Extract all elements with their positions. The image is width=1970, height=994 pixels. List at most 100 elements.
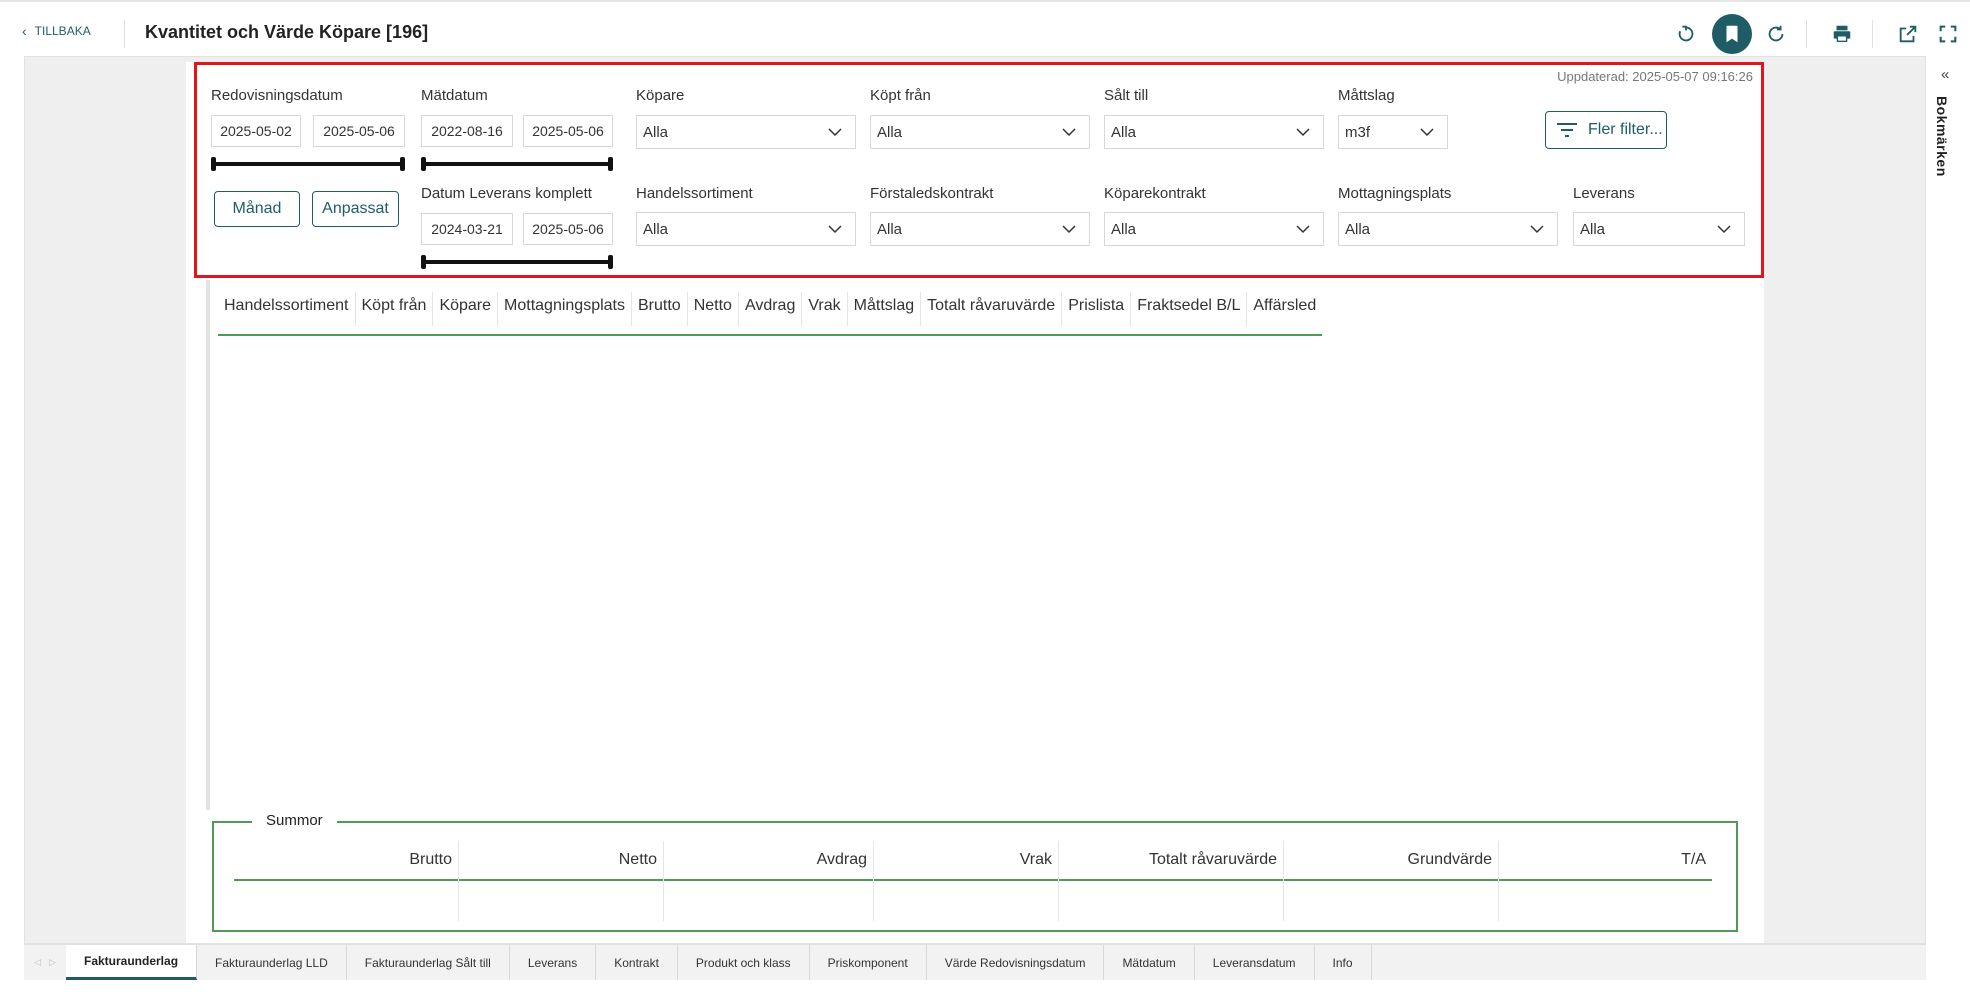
chevron-left-icon: ‹ — [22, 23, 27, 39]
back-button[interactable]: ‹ TILLBAKA — [22, 24, 91, 38]
column-header[interactable]: Köpt från — [356, 292, 434, 326]
leverans-komplett-from-input[interactable]: 2024-03-21 — [421, 213, 513, 245]
salt-till-value: Alla — [1111, 123, 1137, 141]
print-icon — [1833, 25, 1851, 43]
chevron-down-icon — [1530, 225, 1544, 234]
open-external-button[interactable] — [1892, 18, 1924, 50]
column-header[interactable]: Mottagningsplats — [498, 292, 632, 326]
reset-icon — [1678, 25, 1694, 42]
reset-button[interactable] — [1670, 18, 1702, 50]
table-header: Handelssortiment Köpt från Köpare Mottag… — [218, 292, 1323, 336]
summor-title: Summor — [252, 812, 337, 829]
column-header[interactable]: Måttslag — [848, 292, 922, 326]
column-header[interactable]: Vrak — [802, 292, 848, 326]
leverans-komplett-slider[interactable] — [421, 255, 613, 269]
column-header[interactable]: Netto — [688, 292, 739, 326]
summor-header: Grundvärde — [1284, 841, 1498, 881]
salt-till-label: Sålt till — [1104, 87, 1149, 104]
redovisningsdatum-from-input[interactable]: 2025-05-02 — [211, 115, 301, 147]
fullscreen-icon — [1939, 25, 1957, 43]
chevron-down-icon — [1420, 128, 1434, 137]
column-header[interactable]: Brutto — [632, 292, 688, 326]
column-header[interactable]: Avdrag — [739, 292, 803, 326]
tab-priskomponent[interactable]: Priskomponent — [810, 945, 927, 980]
summor-header: Brutto — [234, 841, 458, 881]
forstaledskontrakt-value: Alla — [877, 220, 903, 238]
koparekontrakt-select[interactable]: Alla — [1104, 212, 1324, 246]
mattslag-label: Måttslag — [1338, 87, 1395, 104]
filter-panel: Uppdaterad: 2025-05-07 09:16:26 Redovisn… — [194, 62, 1764, 278]
matdatum-slider[interactable] — [421, 157, 613, 171]
tab-fakturaunderlag-salt-till[interactable]: Fakturaunderlag Sålt till — [347, 945, 510, 980]
more-filters-button[interactable]: Fler filter... — [1545, 111, 1667, 149]
tab-leveransdatum[interactable]: Leveransdatum — [1195, 945, 1315, 980]
leverans-komplett-to-input[interactable]: 2025-05-06 — [523, 213, 613, 245]
redovisningsdatum-to-input[interactable]: 2025-05-06 — [313, 115, 405, 147]
summor-column: Brutto — [234, 841, 459, 921]
handelssortiment-value: Alla — [643, 220, 669, 238]
salt-till-select[interactable]: Alla — [1104, 115, 1324, 149]
forstaledskontrakt-select[interactable]: Alla — [870, 212, 1090, 246]
slider-handle-end[interactable] — [608, 255, 613, 269]
slider-track — [211, 162, 405, 166]
tab-scroll-controls: ◁ ▷ — [24, 945, 66, 980]
slider-handle-start[interactable] — [421, 157, 426, 171]
chevron-down-icon — [1717, 225, 1731, 234]
column-header[interactable]: Prislista — [1062, 292, 1132, 326]
kopt-fran-select[interactable]: Alla — [870, 115, 1090, 149]
tab-fakturaunderlag-lld[interactable]: Fakturaunderlag LLD — [197, 945, 347, 980]
fullscreen-button[interactable] — [1932, 18, 1964, 50]
slider-track — [421, 162, 613, 166]
summor-table: Brutto Netto Avdrag Vrak Totalt råvaruvä… — [234, 841, 1712, 921]
summor-column: Netto — [459, 841, 664, 921]
mattslag-select[interactable]: m3f — [1338, 115, 1448, 149]
tab-matdatum[interactable]: Mätdatum — [1104, 945, 1195, 980]
mottagningsplats-select[interactable]: Alla — [1338, 212, 1558, 246]
redovisningsdatum-slider[interactable] — [211, 157, 405, 171]
tab-kontrakt[interactable]: Kontrakt — [596, 945, 678, 980]
tab-info[interactable]: Info — [1315, 945, 1372, 980]
mottagningsplats-label: Mottagningsplats — [1338, 185, 1452, 202]
summor-column: T/A — [1499, 841, 1712, 921]
print-button[interactable] — [1826, 18, 1858, 50]
summor-value — [664, 881, 873, 917]
tab-varde-redovisningsdatum[interactable]: Värde Redovisningsdatum — [927, 945, 1105, 980]
summor-value — [459, 881, 663, 917]
summor-value — [1059, 881, 1283, 917]
matdatum-from-input[interactable]: 2022-08-16 — [421, 115, 513, 147]
tab-leverans[interactable]: Leverans — [510, 945, 597, 980]
manad-button[interactable]: Månad — [214, 191, 300, 227]
mottagningsplats-value: Alla — [1345, 220, 1371, 238]
slider-handle-end[interactable] — [400, 157, 405, 171]
column-header[interactable]: Totalt råvaruvärde — [921, 292, 1063, 326]
kopare-select[interactable]: Alla — [636, 115, 856, 149]
chevron-down-icon — [1296, 128, 1310, 137]
slider-handle-start[interactable] — [421, 255, 426, 269]
column-header[interactable]: Affärsled — [1247, 292, 1322, 326]
divider — [1806, 20, 1807, 48]
collapse-sidebar-icon[interactable]: « — [1941, 66, 1949, 83]
bookmarks-sidebar: « Bokmärken — [1926, 56, 1970, 944]
matdatum-label: Mätdatum — [421, 87, 488, 104]
tab-scroll-right-icon[interactable]: ▷ — [49, 957, 56, 968]
column-header[interactable]: Handelssortiment — [218, 292, 356, 326]
kopare-label: Köpare — [636, 87, 685, 104]
tab-produkt-och-klass[interactable]: Produkt och klass — [678, 945, 810, 980]
more-filters-label: Fler filter... — [1588, 121, 1663, 138]
bookmarks-label[interactable]: Bokmärken — [1934, 96, 1950, 177]
handelssortiment-select[interactable]: Alla — [636, 212, 856, 246]
tab-scroll-left-icon[interactable]: ◁ — [34, 957, 41, 968]
matdatum-to-input[interactable]: 2025-05-06 — [523, 115, 613, 147]
tab-fakturaunderlag[interactable]: Fakturaunderlag — [66, 945, 198, 980]
slider-handle-start[interactable] — [211, 157, 216, 171]
sheet-tabs: ◁ ▷ Fakturaunderlag Fakturaunderlag LLD … — [24, 944, 1926, 980]
refresh-button[interactable] — [1760, 18, 1792, 50]
column-header[interactable]: Fraktsedel B/L — [1131, 292, 1248, 326]
column-header[interactable]: Köpare — [433, 292, 499, 326]
anpassat-button[interactable]: Anpassat — [312, 191, 399, 227]
slider-handle-end[interactable] — [608, 157, 613, 171]
redovisningsdatum-label: Redovisningsdatum — [211, 87, 343, 104]
leverans-select[interactable]: Alla — [1573, 212, 1745, 246]
bookmark-button[interactable] — [1712, 14, 1752, 54]
leverans-value: Alla — [1580, 220, 1606, 238]
